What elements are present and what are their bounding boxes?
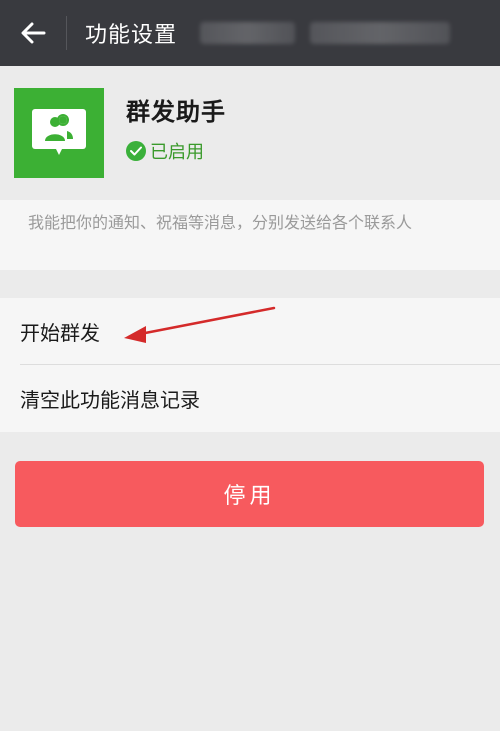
- topbar-divider: [66, 16, 67, 50]
- check-circle-icon: [126, 141, 146, 161]
- page-title: 功能设置: [85, 23, 178, 48]
- plugin-header: 群发助手 已启用: [0, 66, 500, 190]
- start-broadcast-item[interactable]: 开始群发: [0, 298, 500, 365]
- clear-history-item[interactable]: 清空此功能消息记录: [0, 365, 500, 432]
- arrow-left-icon: [21, 22, 46, 44]
- plugin-description: 我能把你的通知、祝福等消息，分别发送给各个联系人: [0, 200, 500, 270]
- list-divider: [20, 364, 500, 365]
- blurred-region: [310, 22, 450, 44]
- blurred-region: [200, 22, 295, 44]
- group-chat-icon: [32, 109, 86, 155]
- top-bar: 功能设置: [0, 0, 500, 66]
- status-text: 已启用: [150, 142, 204, 163]
- plugin-icon: [14, 88, 104, 178]
- plugin-name: 群发助手: [126, 98, 226, 126]
- back-button[interactable]: [0, 0, 66, 66]
- menu-list: 开始群发 清空此功能消息记录: [0, 298, 500, 432]
- app-root: 功能设置 群发助手 已启用 我能把你的通知、祝福等消息，分别发送给各个联系人 开…: [0, 0, 500, 731]
- disable-button[interactable]: 停用: [15, 461, 484, 527]
- status-badge: 已启用: [126, 138, 204, 164]
